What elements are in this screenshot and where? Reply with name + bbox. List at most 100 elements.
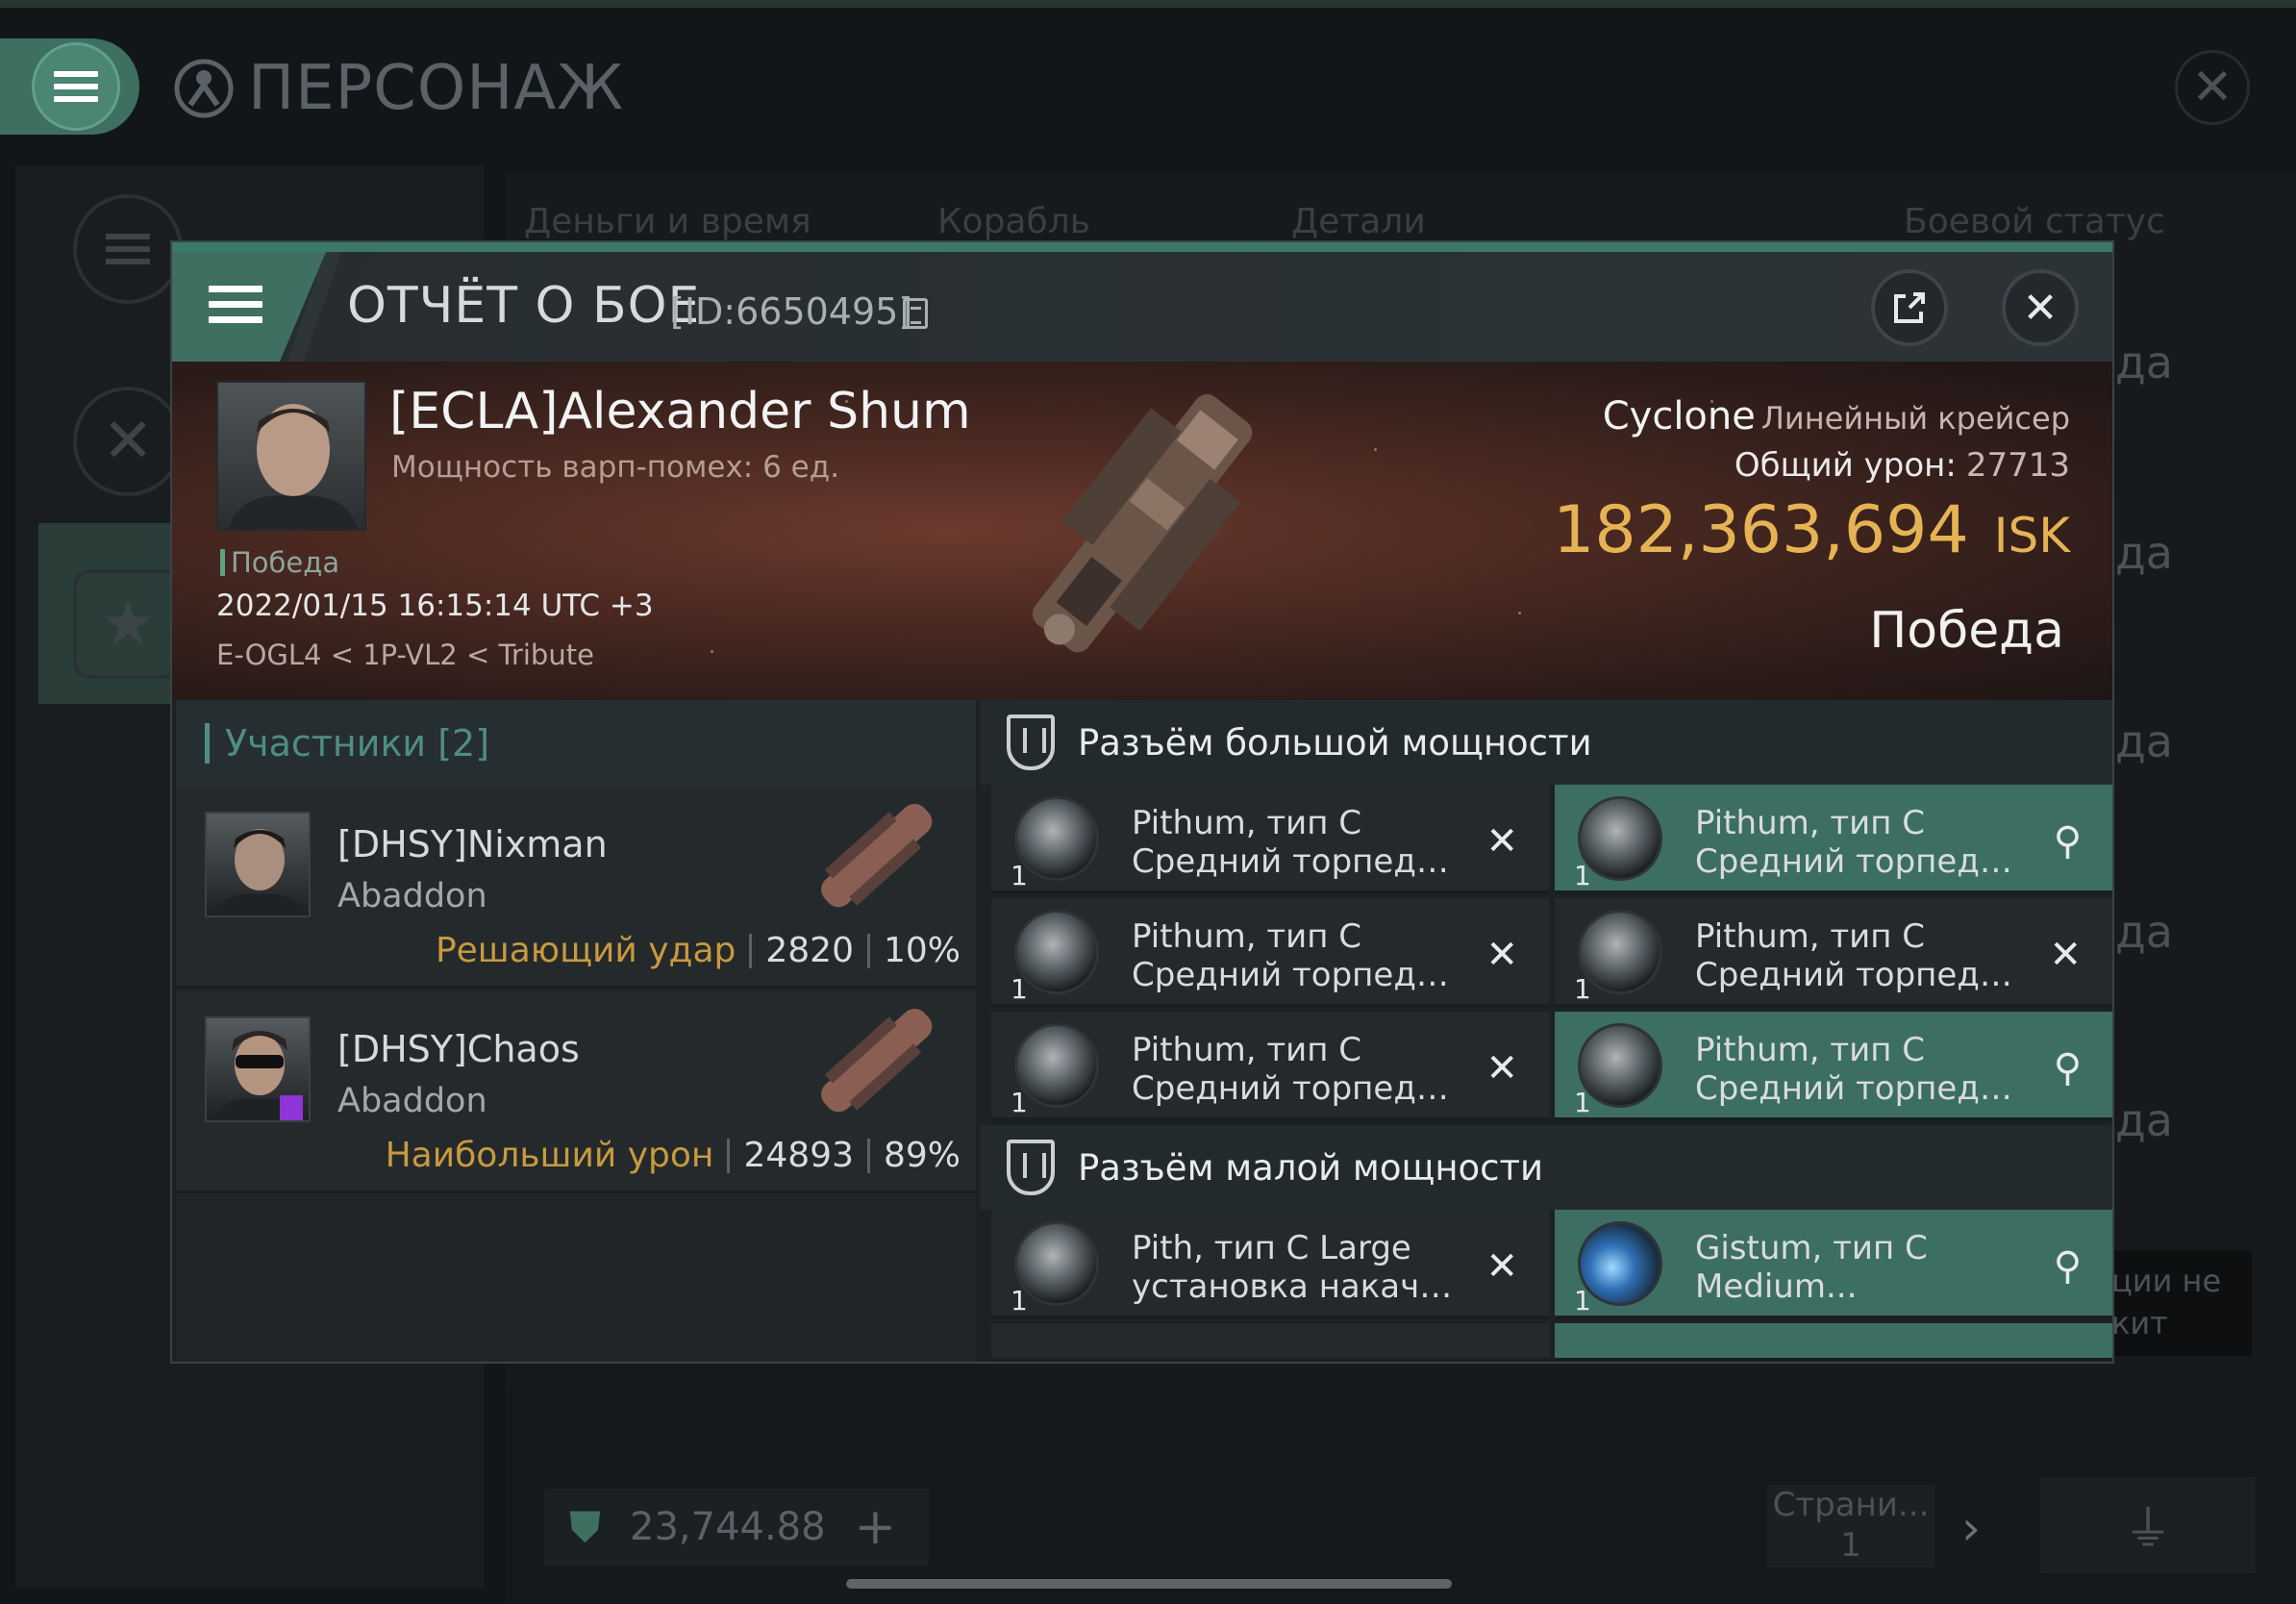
module-qty: 1 — [1011, 1285, 1028, 1316]
add-icon[interactable]: + — [855, 1498, 897, 1556]
participant-ship: Abaddon — [337, 1082, 487, 1120]
high-slots-header: Разъём большой мощности — [980, 700, 2112, 785]
isk-unit: ISK — [1993, 508, 2070, 564]
module-item[interactable]: 1 Pithum, тип C Средний торпедный ... ✕ — [991, 1012, 1549, 1121]
participant-damage: 2820 — [765, 931, 854, 970]
participant-row[interactable]: [DHSY]Nixman Abaddon Решающий удар 2820 … — [176, 787, 976, 989]
dropped-icon: ⚲ — [2053, 1046, 2082, 1090]
menu-icon — [209, 277, 262, 332]
top-border — [0, 0, 2296, 8]
star-icon[interactable]: ★ — [73, 569, 183, 679]
result-label: Победа — [220, 546, 339, 579]
participant-avatar[interactable] — [205, 1016, 311, 1122]
module-type: Средний торпедный ... — [1132, 842, 1468, 881]
kill-date: 2022/01/15 16:15:14 UTC +3 — [216, 589, 654, 623]
col-ship[interactable]: Корабль — [937, 202, 1090, 241]
low-slots-header: Разъём малой мощности — [980, 1125, 2112, 1210]
module-item[interactable]: 1 Pithum, тип C Средний торпедный ... ✕ — [991, 898, 1549, 1008]
notice-line: ции не — [2111, 1263, 2222, 1299]
participant-name[interactable]: [DHSY]Chaos — [337, 1028, 580, 1070]
wallet: ⛊ 23,744.88 + — [544, 1489, 929, 1566]
module-qty: 1 — [1011, 1087, 1028, 1118]
close-icon[interactable]: ✕ — [2175, 50, 2250, 125]
participant-avatar[interactable] — [205, 812, 311, 917]
module-item[interactable]: 1 Gistum, тип C Medium... ⚲ — [1555, 1210, 2112, 1319]
modal-title: ОТЧЁТ О БОЕ — [347, 277, 701, 335]
module-item-partial[interactable] — [991, 1323, 1549, 1362]
module-item[interactable]: 1 Pithum, тип C Средний торпедный ... ⚲ — [1555, 785, 2112, 894]
module-item[interactable]: 1 Pithum, тип C Средний торпедный ... ✕ — [1555, 898, 2112, 1008]
module-type: Средний торпедный ... — [1695, 842, 2032, 881]
damage-label: Общий урон: — [1734, 446, 1957, 485]
victim-name[interactable]: [ECLA]Alexander Shum — [389, 383, 971, 440]
col-status[interactable]: Боевой статус — [1904, 202, 2165, 241]
row-status: да — [2115, 1094, 2173, 1146]
module-item[interactable]: 1 Pithum, тип C Средний торпедный ... ✕ — [991, 785, 1549, 894]
destroyed-icon: ✕ — [1485, 1046, 1518, 1090]
page-title: ПЕРСОНАЖ — [173, 50, 624, 127]
module-type: установка накачки... — [1132, 1267, 1468, 1306]
damage-value: 27713 — [1965, 446, 2070, 485]
participant-tag: Наибольший урон — [385, 1136, 714, 1175]
module-item-partial[interactable] — [1555, 1323, 2112, 1362]
module-type: Средний торпедный ... — [1695, 1069, 2032, 1108]
row-status: да — [2115, 337, 2173, 388]
list-icon[interactable] — [73, 194, 183, 304]
destroyed-icon: ✕ — [1485, 933, 1518, 977]
participant-percent: 10% — [883, 931, 961, 970]
victim-portrait[interactable] — [216, 381, 366, 531]
participant-ship-image — [821, 1008, 933, 1113]
main-menu-button[interactable] — [0, 38, 139, 135]
module-qty: 1 — [1574, 860, 1591, 891]
report-id: [ID:6650495] — [670, 290, 913, 333]
module-name: Pithum, тип C — [1132, 1031, 1362, 1069]
filter-icon[interactable]: ⏚ — [2040, 1477, 2256, 1573]
col-money[interactable]: Деньги и время — [524, 202, 811, 241]
notice-line: кит — [2111, 1305, 2168, 1341]
kill-location[interactable]: E-OGL4 < 1P-VL2 < Tribute — [216, 639, 594, 671]
module-name: Gistum, тип C — [1695, 1229, 1928, 1267]
participant-damage: 24893 — [743, 1136, 854, 1175]
module-name: Pithum, тип C — [1132, 804, 1362, 842]
battle-report-modal: ОТЧЁТ О БОЕ [ID:6650495] ✕ [ECLA]Alexand… — [170, 240, 2114, 1364]
share-icon[interactable] — [1871, 269, 1948, 346]
module-item[interactable]: 1 Pith, тип C Large установка накачки...… — [991, 1210, 1549, 1319]
high-slots-label: Разъём большой мощности — [1078, 721, 1592, 764]
copy-icon[interactable] — [903, 298, 928, 329]
character-icon — [174, 59, 234, 118]
pagination[interactable]: Страни... 1 — [1767, 1485, 1934, 1567]
scrollbar[interactable] — [846, 1579, 1452, 1589]
participant-row[interactable]: [DHSY]Chaos Abaddon Наибольший урон 2489… — [176, 991, 976, 1193]
close-icon[interactable]: ✕ — [2002, 269, 2079, 346]
destroyed-icon: ✕ — [2049, 933, 2082, 977]
fitting-panel: Разъём большой мощности 1 Pithum, тип C … — [980, 700, 2112, 1362]
ship-class: Линейный крейсер — [1760, 400, 2070, 437]
dropped-icon: ⚲ — [2053, 1244, 2082, 1289]
ship-image — [1032, 394, 1253, 653]
row-status: да — [2115, 527, 2173, 579]
col-details[interactable]: Детали — [1291, 202, 1426, 241]
isk-value: 182,363,694 ISK — [1553, 492, 2070, 568]
next-page-icon[interactable]: › — [1961, 1500, 1981, 1556]
participant-name[interactable]: [DHSY]Nixman — [337, 823, 608, 865]
page-title-text: ПЕРСОНАЖ — [248, 53, 625, 124]
swords-icon[interactable]: ✕ — [73, 387, 183, 496]
participant-ship-image — [821, 803, 933, 908]
row-status: да — [2115, 715, 2173, 767]
dropped-icon: ⚲ — [2053, 819, 2082, 864]
participants-title: Участники [2] — [225, 722, 490, 764]
ship-name: Cyclone — [1602, 394, 1756, 439]
module-type: Средний торпедный ... — [1695, 956, 2032, 994]
module-item[interactable]: 1 Pithum, тип C Средний торпедный ... ⚲ — [1555, 1012, 2112, 1121]
destroyed-icon: ✕ — [1485, 1244, 1518, 1289]
participant-percent: 89% — [883, 1136, 961, 1175]
participants-header: Участники [2] — [176, 700, 976, 787]
module-type: Средний торпедный ... — [1132, 956, 1468, 994]
page-label: Страни... — [1772, 1486, 1930, 1524]
module-qty: 1 — [1011, 860, 1028, 891]
module-name: Pith, тип C Large — [1132, 1229, 1411, 1267]
menu-icon — [32, 42, 120, 131]
row-status: да — [2115, 906, 2173, 958]
victim-ship[interactable]: Cyclone Линейный крейсер — [1603, 394, 2070, 439]
wallet-value: 23,744.88 — [630, 1505, 826, 1549]
